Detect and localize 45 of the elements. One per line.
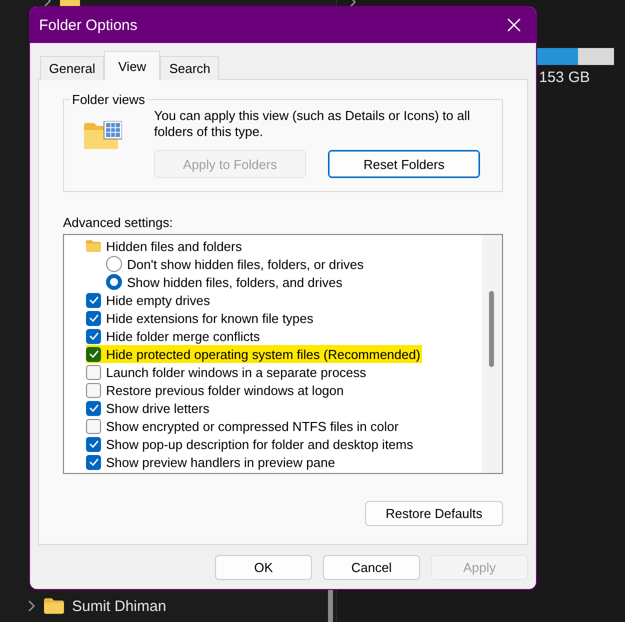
setting-label: Show preview handlers in preview pane	[106, 454, 336, 470]
window-title: Folder Options	[39, 16, 138, 34]
setting-label: Hide extensions for known file types	[106, 310, 314, 326]
checkbox[interactable]	[86, 382, 101, 398]
tab[interactable]: General	[40, 56, 104, 80]
setting-label: Hidden files and folders	[106, 238, 242, 254]
dialog-button[interactable]: Cancel	[323, 555, 420, 580]
drive-size: 153 GB	[539, 69, 591, 86]
scrollbar-thumb[interactable]	[489, 291, 494, 367]
checkbox[interactable]	[86, 346, 101, 362]
radio-button[interactable]	[106, 274, 122, 290]
section-label: Advanced settings:	[63, 215, 173, 230]
setting-label: Hide folder merge conflicts	[106, 328, 260, 344]
restore-defaults-button[interactable]: Restore Defaults	[365, 501, 503, 526]
setting-label: Hide empty drives	[106, 292, 210, 308]
checkbox[interactable]	[86, 328, 101, 344]
folder-icon	[44, 598, 64, 614]
checkbox[interactable]	[86, 310, 101, 326]
tab[interactable]: Search	[160, 56, 220, 80]
close-icon[interactable]	[506, 17, 522, 33]
setting-label: Show pop-up description for folder and desktop items	[106, 436, 414, 452]
radio-button[interactable]	[106, 256, 122, 272]
group-title: Folder views	[71, 92, 146, 107]
folder-icon	[86, 240, 101, 252]
setting-label: Don't show hidden files, folders, or drives	[127, 256, 364, 272]
chevron-icon[interactable]	[28, 600, 36, 612]
setting-label: Show encrypted or compressed NTFS files in color	[106, 418, 399, 434]
checkmark-icon	[88, 404, 98, 412]
checkbox[interactable]	[86, 292, 101, 308]
checkbox[interactable]	[86, 436, 101, 452]
dialog-button[interactable]: OK	[215, 555, 312, 580]
checkbox[interactable]	[86, 454, 101, 470]
checkbox[interactable]	[86, 400, 101, 416]
setting-label: Show drive letters	[106, 400, 210, 416]
checkbox[interactable]	[86, 418, 101, 434]
folder-button[interactable]: Reset Folders	[328, 150, 480, 178]
checkbox[interactable]	[86, 364, 101, 380]
description-text: You can apply this view (such as Details or Icons) to all folders of this type.	[154, 108, 472, 140]
setting-label: Hide protected operating system files (Recommended)	[106, 346, 420, 362]
setting-label: Show hidden files, folders, and drives	[127, 274, 342, 290]
setting-label: Restore previous folder windows at logon	[106, 382, 344, 398]
folder-view-icon	[84, 121, 122, 151]
nav-item[interactable]: Sumit Dhiman	[72, 598, 166, 614]
tab[interactable]: View	[104, 51, 160, 80]
setting-label: Launch folder windows in a separate process	[106, 364, 366, 380]
